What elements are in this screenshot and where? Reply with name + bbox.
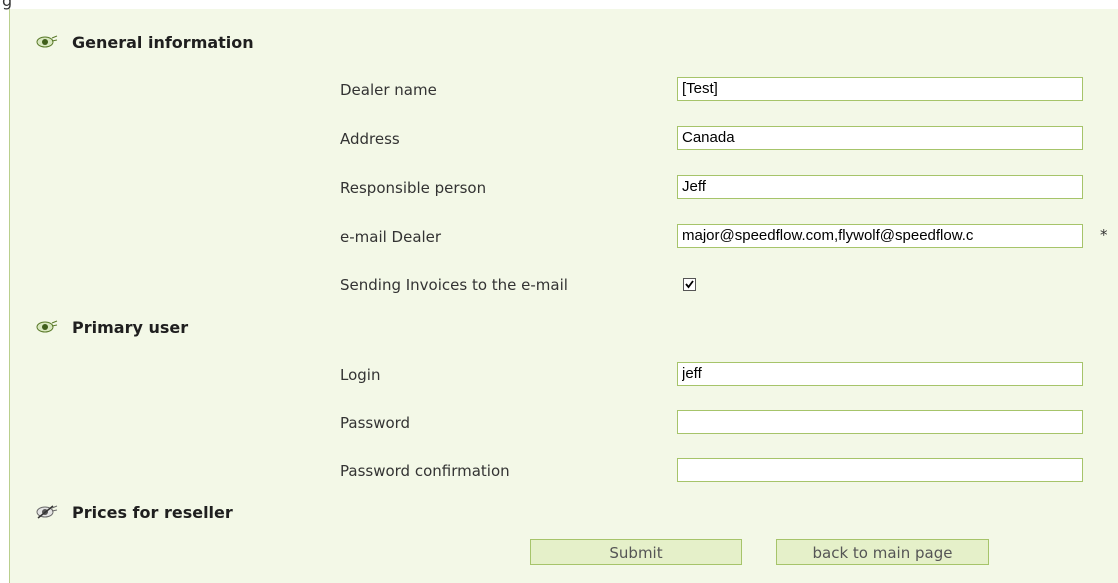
password-input[interactable] bbox=[677, 410, 1083, 434]
send-invoices-label: Sending Invoices to the e-mail bbox=[340, 276, 568, 294]
eye-slash-icon bbox=[36, 505, 58, 519]
dealer-name-label: Dealer name bbox=[340, 81, 437, 99]
section-primary-user: Primary user bbox=[36, 316, 188, 338]
section-title: Primary user bbox=[72, 317, 189, 337]
login-label: Login bbox=[340, 366, 381, 384]
section-title: Prices for reseller bbox=[72, 502, 233, 522]
send-invoices-checkbox[interactable] bbox=[683, 278, 696, 291]
section-prices-for-reseller[interactable]: Prices for reseller bbox=[36, 501, 233, 523]
password-confirmation-input[interactable] bbox=[677, 458, 1083, 482]
required-asterisk: * bbox=[1100, 226, 1108, 244]
login-input[interactable] bbox=[677, 362, 1083, 386]
address-input[interactable] bbox=[677, 126, 1083, 150]
back-to-main-page-button[interactable]: back to main page bbox=[776, 539, 989, 565]
section-title: General information bbox=[72, 32, 254, 52]
responsible-person-label: Responsible person bbox=[340, 179, 487, 197]
checkmark-icon bbox=[685, 280, 694, 289]
section-general-information: General information bbox=[36, 31, 254, 53]
password-confirmation-label: Password confirmation bbox=[340, 462, 510, 480]
address-label: Address bbox=[340, 130, 400, 148]
dealer-name-input[interactable] bbox=[677, 77, 1083, 101]
password-label: Password bbox=[340, 414, 411, 432]
eye-icon bbox=[36, 35, 58, 48]
email-dealer-label: e-mail Dealer bbox=[340, 228, 442, 246]
dealer-form-panel: General information Dealer name Address … bbox=[9, 9, 1118, 583]
email-dealer-input[interactable] bbox=[677, 224, 1083, 248]
submit-button[interactable]: Submit bbox=[530, 539, 742, 565]
eye-icon bbox=[36, 320, 58, 333]
responsible-person-input[interactable] bbox=[677, 175, 1083, 199]
